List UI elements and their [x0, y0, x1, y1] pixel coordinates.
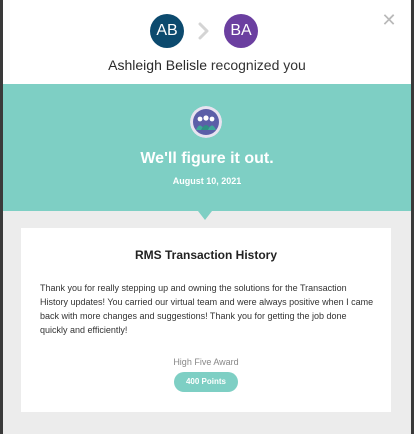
team-icon — [190, 106, 222, 138]
avatar-row: AB BA — [3, 14, 411, 48]
sender-name: Ashleigh Belisle — [108, 57, 207, 73]
card-title: RMS Transaction History — [134, 248, 278, 262]
recognition-modal: ✕ AB BA Ashleigh Belisle recognized you … — [3, 0, 411, 434]
award-type: High Five Award — [173, 357, 239, 367]
card-message: Thank you for really stepping up and own… — [40, 283, 374, 335]
recognized-text: recognized you — [210, 57, 306, 73]
recognition-line: Ashleigh Belisle recognized you — [3, 57, 411, 73]
recognition-banner: We'll figure it out. August 10, 2021 — [3, 84, 411, 211]
points-badge: 400 Points — [174, 372, 238, 392]
recognition-headline: We'll figure it out. — [140, 150, 274, 167]
chevron-right-icon — [198, 22, 209, 40]
recipient-avatar: BA — [224, 14, 258, 48]
banner-pointer — [198, 211, 212, 220]
message-card: RMS Transaction History Thank you for re… — [21, 228, 391, 412]
recognition-date: August 10, 2021 — [172, 176, 242, 186]
sender-avatar: AB — [150, 14, 184, 48]
